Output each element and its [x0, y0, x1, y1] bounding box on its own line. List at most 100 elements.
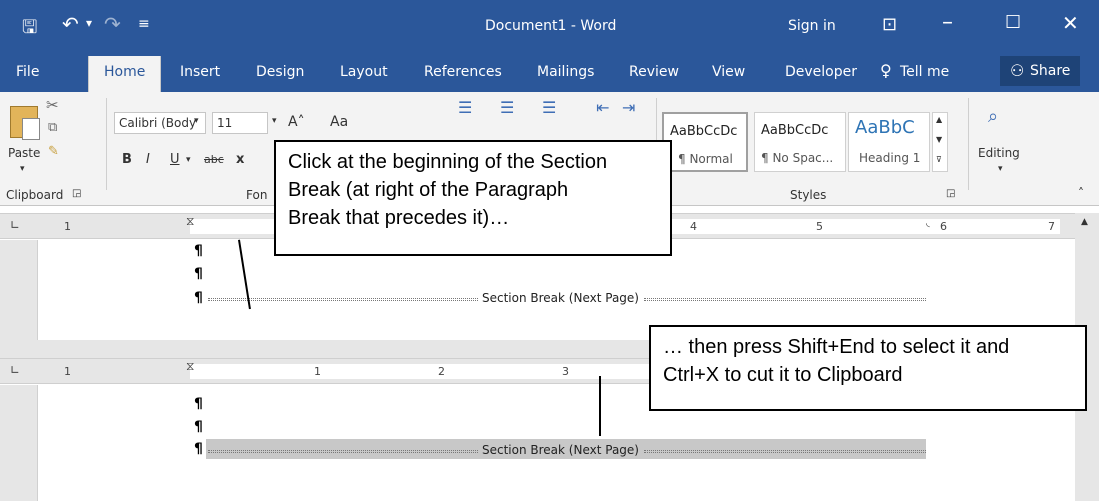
share-button[interactable]: ⚇ Share: [1000, 56, 1080, 86]
tab-references[interactable]: References: [424, 64, 502, 80]
format-painter-icon[interactable]: ✎: [48, 144, 59, 159]
style-sample: AaBbC: [855, 117, 915, 138]
dropdown-icon[interactable]: ▾: [86, 16, 92, 30]
paragraph-mark[interactable]: ¶: [194, 419, 203, 435]
callout-box: … then press Shift+End to select it and …: [649, 325, 1087, 411]
callout-line: Ctrl+X to cut it to Clipboard: [663, 364, 903, 386]
group-divider: [106, 98, 107, 190]
tab-developer[interactable]: Developer: [785, 64, 857, 80]
case-button[interactable]: Aa: [330, 114, 348, 130]
section-break-label[interactable]: Section Break (Next Page): [482, 443, 639, 457]
font-size-value: 11: [217, 116, 233, 130]
editing-button[interactable]: Editing: [978, 146, 1020, 160]
underline-button[interactable]: U: [170, 152, 180, 167]
font-size-dropdown-icon[interactable]: ▾: [272, 116, 277, 126]
cut-icon[interactable]: ✂: [46, 96, 59, 114]
italic-button[interactable]: I: [146, 152, 150, 167]
style-sample: AaBbCcDc: [670, 124, 738, 139]
bullets-icon[interactable]: ☰: [458, 98, 472, 117]
increase-indent-icon[interactable]: ⇥: [622, 98, 635, 117]
multilevel-list-icon[interactable]: ☰: [542, 98, 556, 117]
paste-doc-icon: [22, 118, 40, 140]
tell-me-box[interactable]: Tell me: [900, 64, 949, 80]
ruler-number: 3: [562, 365, 569, 378]
collapse-ribbon-icon[interactable]: ˄: [1078, 186, 1084, 200]
tab-home[interactable]: Home: [88, 56, 162, 92]
bold-button[interactable]: B: [122, 152, 132, 167]
tab-selector[interactable]: ∟: [10, 363, 20, 377]
callout-line: Break (at right of the Paragraph: [288, 179, 569, 201]
right-indent-marker[interactable]: ◟: [926, 218, 930, 229]
tab-view[interactable]: View: [712, 64, 745, 80]
person-icon: ⚇: [1010, 63, 1025, 80]
indent-marker[interactable]: ⧖: [186, 214, 194, 229]
section-break-line-right: [644, 298, 926, 301]
undo-icon[interactable]: ↶: [62, 12, 79, 36]
style-no-spacing[interactable]: AaBbCcDc ¶ No Spac...: [754, 112, 846, 172]
vertical-ruler[interactable]: [0, 385, 38, 501]
indent-marker[interactable]: ⧖: [186, 359, 194, 374]
redo-icon[interactable]: ↷: [104, 12, 121, 36]
group-divider: [968, 98, 969, 190]
tab-file[interactable]: File: [16, 64, 39, 80]
scroll-up-icon[interactable]: ▲: [936, 115, 942, 124]
callout-line: … then press Shift+End to select it and: [663, 336, 1010, 358]
grow-font-icon[interactable]: A˄: [288, 114, 305, 130]
styles-group-label: Styles: [790, 188, 827, 202]
font-name-box[interactable]: Calibri (Body: [114, 112, 206, 134]
decrease-indent-icon[interactable]: ⇤: [596, 98, 609, 117]
paragraph-mark[interactable]: ¶: [194, 243, 203, 259]
ruler-number: 5: [816, 220, 823, 233]
ruler-number: 4: [690, 220, 697, 233]
save-icon[interactable]: 🖫: [22, 15, 37, 45]
section-break-line-right: [644, 450, 926, 453]
ruler-number: 7: [1048, 220, 1055, 233]
customize-quick-access-icon[interactable]: ≡: [138, 16, 150, 32]
underline-dropdown-icon[interactable]: ▾: [186, 155, 191, 165]
paste-dropdown-icon[interactable]: ▾: [20, 164, 25, 174]
tab-layout[interactable]: Layout: [340, 64, 388, 80]
ribbon-display-icon[interactable]: ⊡: [882, 14, 897, 35]
paragraph-mark[interactable]: ¶: [194, 290, 203, 306]
style-heading-1[interactable]: AaBbC Heading 1: [848, 112, 930, 172]
style-name: ¶ Normal: [678, 152, 733, 166]
paragraph-mark[interactable]: ¶: [194, 396, 203, 412]
callout-box: Click at the beginning of the Section Br…: [274, 140, 672, 256]
tab-selector[interactable]: ∟: [10, 218, 20, 232]
style-normal[interactable]: AaBbCcDc ¶ Normal: [662, 112, 748, 172]
styles-dialog-launcher-icon[interactable]: ◲: [946, 188, 955, 199]
more-styles-icon[interactable]: ⊽: [936, 155, 942, 164]
scroll-down-icon[interactable]: ▼: [936, 135, 942, 144]
vertical-scrollbar[interactable]: ▲: [1075, 213, 1099, 343]
copy-icon[interactable]: ⧉: [48, 120, 57, 135]
strikethrough-button[interactable]: abc: [204, 153, 224, 166]
callout-line: Break that precedes it)…: [288, 207, 510, 229]
minimize-icon[interactable]: –: [942, 10, 953, 35]
maximize-icon[interactable]: ☐: [1005, 12, 1021, 33]
subscript-button[interactable]: x: [236, 152, 244, 167]
paragraph-mark[interactable]: ¶: [194, 266, 203, 282]
numbering-icon[interactable]: ☰: [500, 98, 514, 117]
vertical-ruler[interactable]: [0, 240, 38, 340]
scroll-up-icon[interactable]: ▲: [1081, 217, 1088, 227]
ruler-number: 1: [64, 220, 71, 233]
styles-scroll[interactable]: ▲ ▼ ⊽: [932, 112, 948, 172]
font-size-box[interactable]: 11: [212, 112, 268, 134]
paragraph-mark[interactable]: ¶: [194, 441, 203, 457]
tab-insert[interactable]: Insert: [180, 64, 220, 80]
section-break-label[interactable]: Section Break (Next Page): [482, 291, 639, 305]
clipboard-group-label: Clipboard: [6, 188, 64, 202]
tab-review[interactable]: Review: [629, 64, 679, 80]
dialog-launcher-icon[interactable]: ◲: [72, 188, 81, 199]
font-name-dropdown-icon[interactable]: ▾: [194, 116, 199, 126]
share-label: Share: [1030, 63, 1071, 79]
tab-mailings[interactable]: Mailings: [537, 64, 594, 80]
editing-dropdown-icon[interactable]: ▾: [998, 164, 1003, 174]
window-title: Document1 - Word: [485, 18, 617, 34]
sign-in-link[interactable]: Sign in: [788, 18, 836, 34]
font-group-label: Fon: [246, 188, 268, 202]
paste-button[interactable]: Paste: [8, 146, 40, 160]
close-icon[interactable]: ✕: [1062, 11, 1079, 35]
find-icon[interactable]: ⌕: [988, 106, 998, 127]
tab-design[interactable]: Design: [256, 64, 304, 80]
